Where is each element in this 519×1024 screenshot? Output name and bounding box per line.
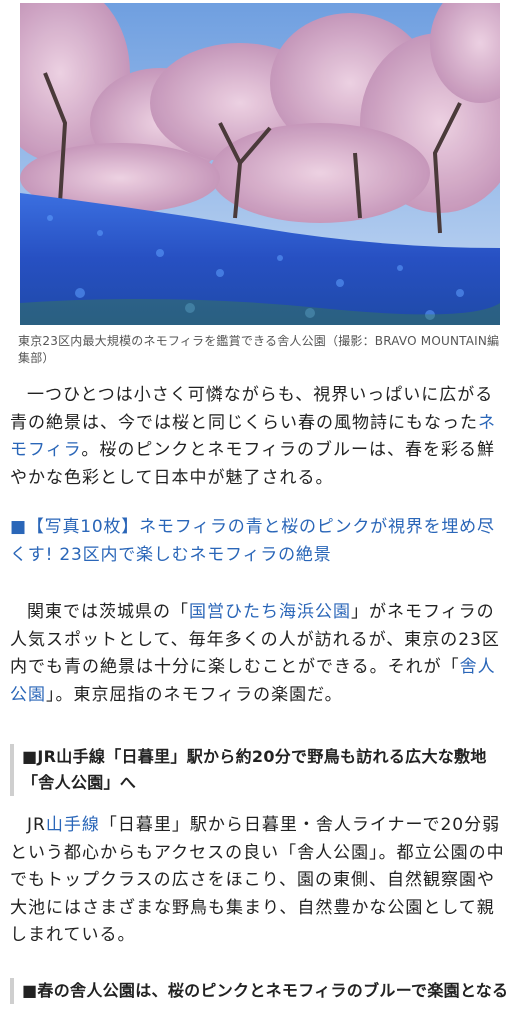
para2-text-3: 」。東京屈指のネモフィラの楽園だ。 [46,684,343,705]
square-icon: ■ [10,517,27,537]
intro-text-2: 。桜のピンクとネモフィラのブルーは、春を彩る鮮やかな色彩として日本中が魅了される… [10,440,495,488]
photo-caption: 東京23区内最大規模のネモフィラを鑑賞できる舎人公園（撮影：BRAVO MOUN… [18,334,500,365]
related-article[interactable]: ■【写真10枚】ネモフィラの青と桜のピンクが視界を埋め尽くす! 23区内で楽しむ… [10,514,506,569]
intro-text-1: 一つひとつは小さく可憐ながらも、視界いっぱいに広がる青の絶景は、今では桜と同じく… [10,385,494,433]
para2-text-1: 関東では茨城県の「 [27,602,189,622]
body-paragraph-2: 関東では茨城県の「国営ひたち海浜公園」がネモフィラの人気スポットとして、毎年多く… [10,599,506,709]
yamanote-line-link[interactable]: 山手線 [46,815,100,835]
related-photos-link[interactable]: 【写真10枚】ネモフィラの青と桜のピンクが視界を埋め尽くす! 23区内で楽しむネ… [10,517,495,565]
hitachi-park-link[interactable]: 国営ひたち海浜公園 [189,602,351,622]
section-heading-1: ■JR山手線「日暮里」駅から約20分で野鳥も訪れる広大な敷地「舎人公園」へ [10,744,518,796]
section-heading-2: ■春の舎人公園は、桜のピンクとネモフィラのブルーで楽園となる [10,978,518,1004]
para3-text-1: JR [27,815,46,835]
intro-paragraph: 一つひとつは小さく可憐ながらも、視界いっぱいに広がる青の絶景は、今では桜と同じく… [10,382,506,492]
photo-illustration [20,3,500,325]
article-photo[interactable] [20,3,500,325]
body-paragraph-3: JR山手線「日暮里」駅から日暮里・舎人ライナーで20分弱という都心からもアクセス… [10,812,506,950]
